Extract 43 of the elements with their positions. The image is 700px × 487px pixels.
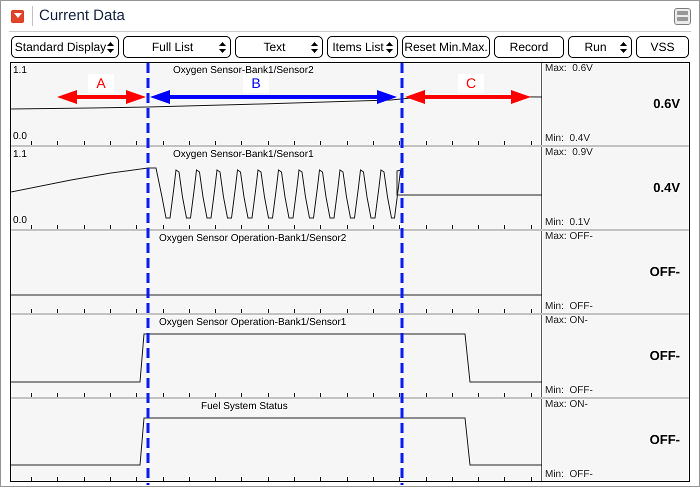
chart-title: Oxygen Sensor Operation-Bank1/Sensor2 (159, 232, 346, 246)
min-reading: Min: 0.4V (545, 133, 592, 145)
dropdown-button[interactable] (11, 10, 24, 22)
dropdown-button[interactable]: Items List (327, 36, 398, 58)
dropdown-button[interactable]: Text (235, 36, 323, 58)
axis-label: 0.0 (13, 130, 27, 144)
axis-label: 1.1 (13, 148, 27, 162)
caret-down-icon (14, 13, 22, 19)
annotation-label: A (88, 74, 114, 93)
max-reading: Max: 0.6V (545, 63, 594, 75)
current-value: OFF- (650, 263, 680, 282)
axis-label: 1.1 (13, 64, 27, 78)
up-down-arrows-icon (219, 42, 226, 52)
chart-title: Oxygen Sensor-Bank1/Sensor1 (173, 148, 314, 162)
window-title: Current Data (39, 6, 126, 26)
up-down-arrows-icon (107, 42, 114, 52)
up-down-arrows-icon (386, 42, 393, 52)
min-reading: Min: OFF- (545, 469, 594, 481)
max-reading: Max: ON- (545, 399, 589, 411)
current-value: OFF- (650, 431, 680, 450)
up-down-arrows-icon (311, 42, 318, 52)
dropdown-button[interactable]: Run (568, 36, 632, 58)
max-reading: Max: 0.9V (545, 147, 594, 159)
current-value: 0.6V (653, 95, 680, 114)
dropdown-button[interactable]: Standard Display (11, 36, 119, 58)
up-down-arrows-icon (620, 42, 627, 52)
toolbar-button[interactable]: VSS (636, 36, 689, 58)
max-reading: Max: OFF- (545, 231, 594, 243)
min-reading: Min: OFF- (545, 385, 594, 397)
min-reading: Min: OFF- (545, 301, 594, 313)
toolbar-button[interactable]: Record (494, 36, 564, 58)
axis-label: 0.0 (13, 214, 27, 228)
dropdown-button[interactable]: Full List (123, 36, 231, 58)
toolbar-button[interactable]: Reset Min.Max. (402, 36, 490, 58)
layout-button[interactable] (674, 8, 691, 24)
max-reading: Max: ON- (545, 315, 589, 327)
chart-title: Oxygen Sensor Operation-Bank1/Sensor1 (159, 316, 346, 330)
annotation-label: B (243, 74, 269, 93)
min-reading: Min: 0.1V (545, 217, 592, 229)
chart-title: Fuel System Status (201, 400, 288, 414)
current-value: OFF- (650, 347, 680, 366)
current-value: 0.4V (653, 179, 680, 198)
annotation-label: C (458, 74, 484, 93)
